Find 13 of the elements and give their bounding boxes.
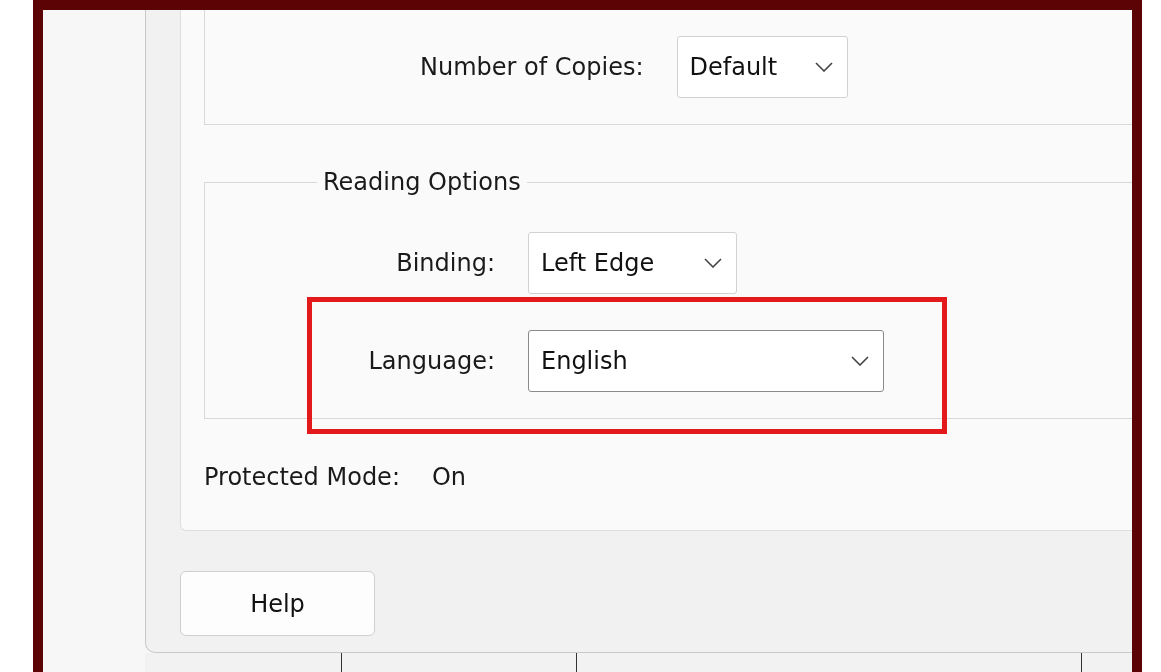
select-dropdown[interactable]: English	[528, 330, 884, 392]
group-title: Reading Options	[322, 168, 522, 196]
chevron-down-icon	[704, 258, 722, 268]
help-button[interactable]: Help	[180, 571, 375, 636]
field-label: Language:	[367, 347, 495, 375]
field-label: Protected Mode:	[204, 463, 400, 491]
select-dropdown[interactable]: Left Edge	[528, 232, 737, 294]
field-value: On	[431, 463, 467, 491]
chevron-down-icon	[851, 356, 869, 366]
field-label: Number of Copies:	[420, 53, 644, 81]
field-label: Binding:	[395, 249, 495, 277]
chevron-down-icon	[814, 62, 833, 72]
copies-dropdown[interactable]: Default	[676, 36, 848, 98]
